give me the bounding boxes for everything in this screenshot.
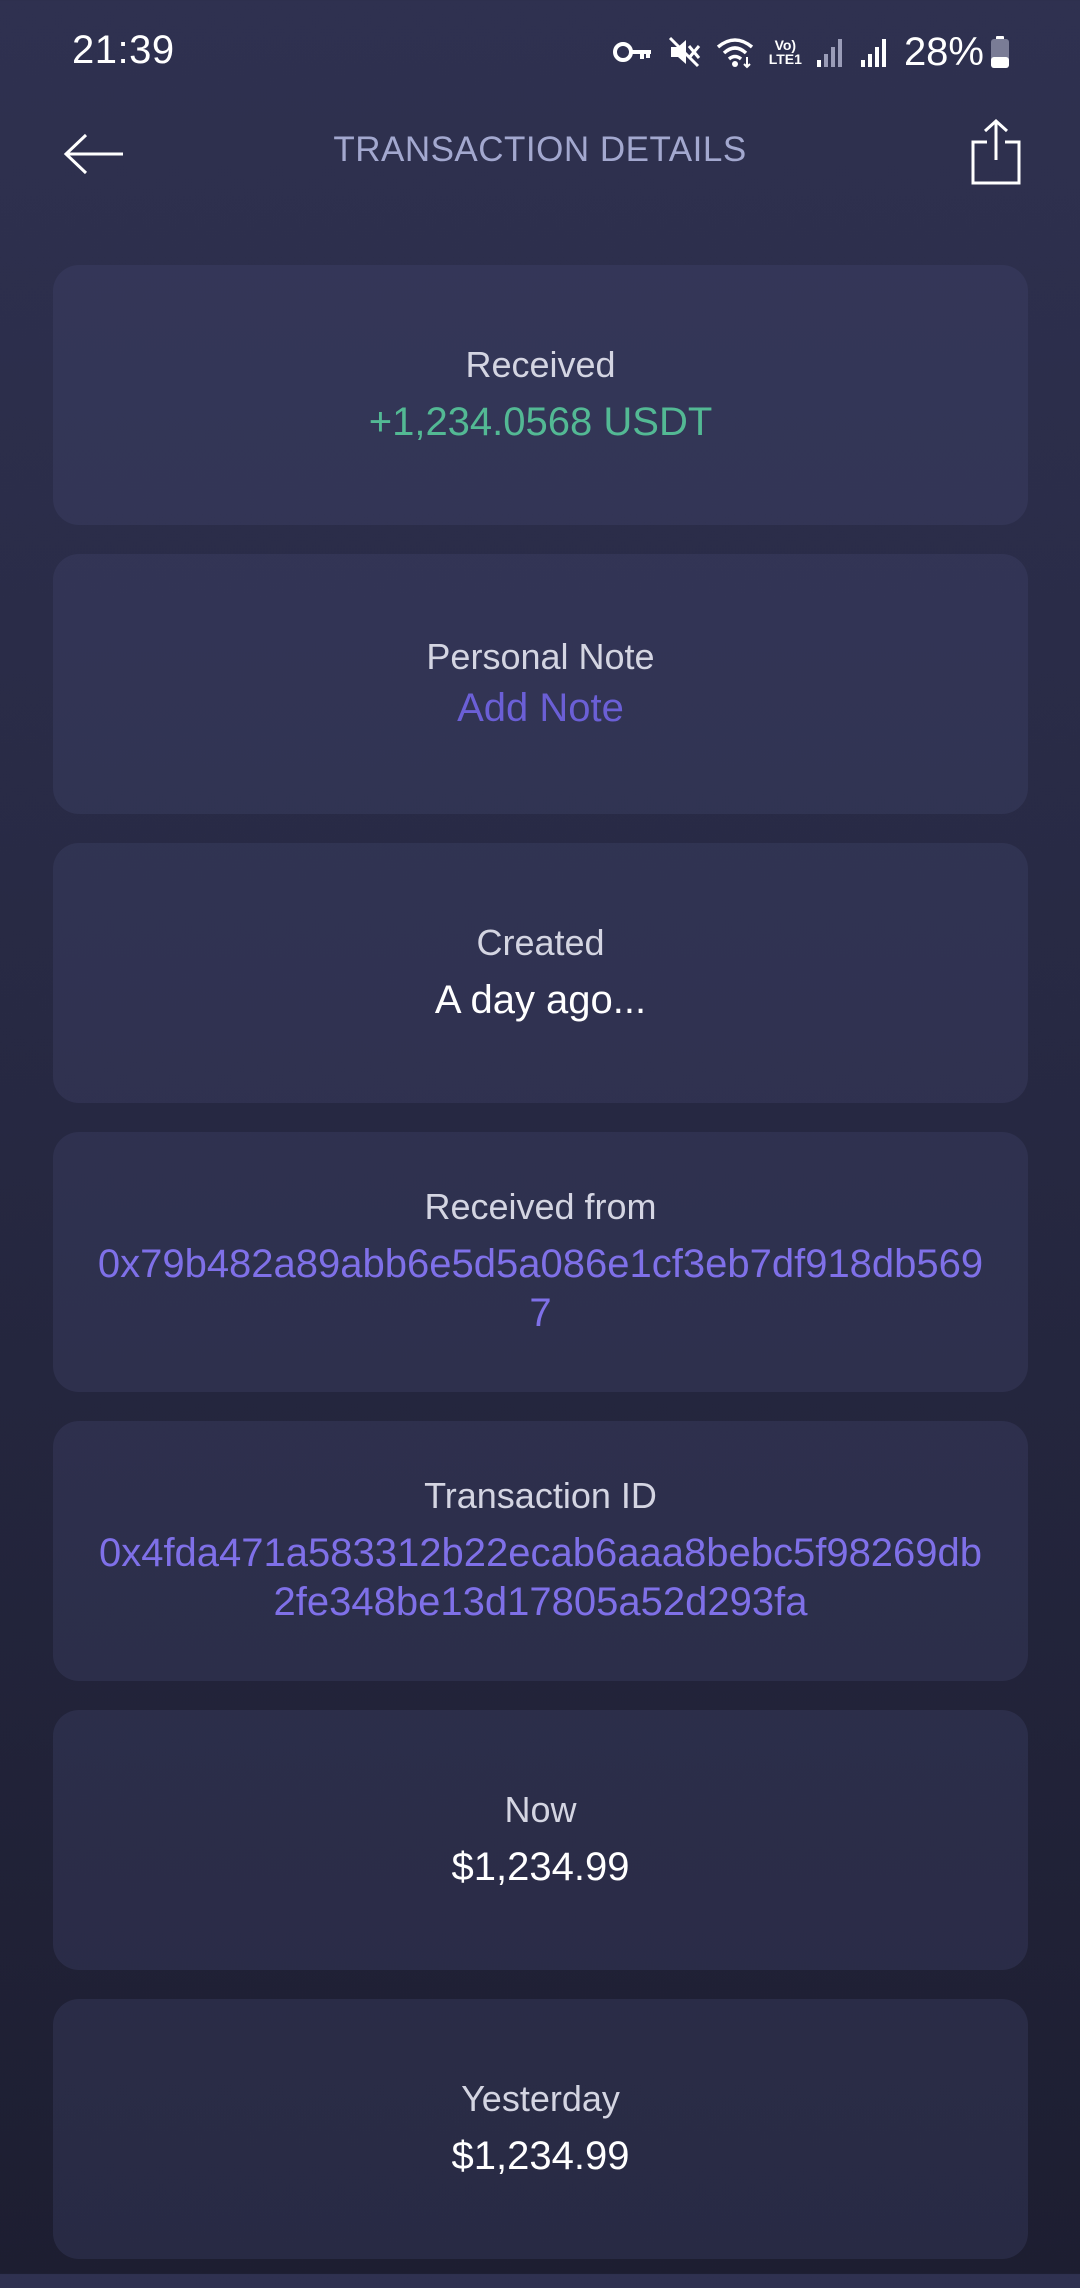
- add-note-button[interactable]: Add Note: [457, 684, 624, 733]
- received-amount: +1,234.0568 USDT: [368, 399, 713, 444]
- volte-icon: Vo) LTE1: [769, 38, 802, 66]
- app-bar: TRANSACTION DETAILS: [0, 100, 1080, 210]
- now-value: $1,234.99: [451, 1844, 630, 1889]
- share-button[interactable]: [956, 110, 1036, 194]
- signal-icon: [860, 36, 890, 68]
- share-icon: [971, 118, 1021, 185]
- mute-icon: [667, 35, 701, 69]
- created-value: A day ago...: [434, 977, 647, 1022]
- signal-icon: [816, 36, 846, 68]
- transaction-id-label: Transaction ID: [424, 1475, 657, 1516]
- received-from-card: Received from 0x79b482a89abb6e5d5a086e1c…: [53, 1132, 1028, 1392]
- received-card: Received +1,234.0568 USDT: [53, 265, 1028, 525]
- received-from-label: Received from: [424, 1186, 657, 1227]
- yesterday-label: Yesterday: [461, 2077, 620, 2119]
- status-time: 21:39: [72, 28, 175, 72]
- status-bar: 21:39 Vo) LTE1 28%: [0, 0, 1080, 100]
- page-title: TRANSACTION DETAILS: [333, 130, 747, 169]
- key-icon: [612, 39, 653, 65]
- yesterday-value: $1,234.99: [451, 2133, 630, 2178]
- status-icons: Vo) LTE1 28%: [599, 30, 1010, 74]
- transaction-id-card: Transaction ID 0x4fda471a583312b22ecab6a…: [53, 1421, 1028, 1681]
- volte-bottom-label: LTE1: [768, 51, 802, 67]
- yesterday-value-card: Yesterday $1,234.99: [53, 1999, 1028, 2259]
- wifi-icon: [715, 35, 755, 69]
- battery-percent: 28%: [903, 29, 984, 74]
- personal-note-card[interactable]: Personal Note Add Note: [53, 554, 1028, 814]
- battery-icon: [990, 35, 1010, 69]
- transaction-details-list: Received +1,234.0568 USDT Personal Note …: [53, 265, 1028, 2288]
- created-card: Created A day ago...: [53, 843, 1028, 1103]
- now-label: Now: [504, 1788, 577, 1830]
- sender-address-link[interactable]: 0x79b482a89abb6e5d5a086e1cf3eb7df918db56…: [93, 1240, 988, 1338]
- transaction-id-link[interactable]: 0x4fda471a583312b22ecab6aaa8bebc5f98269d…: [93, 1529, 988, 1627]
- received-label: Received: [465, 343, 616, 385]
- volte-top-label: Vo): [774, 37, 797, 53]
- created-label: Created: [476, 921, 605, 963]
- now-value-card: Now $1,234.99: [53, 1710, 1028, 1970]
- personal-note-label: Personal Note: [426, 635, 655, 677]
